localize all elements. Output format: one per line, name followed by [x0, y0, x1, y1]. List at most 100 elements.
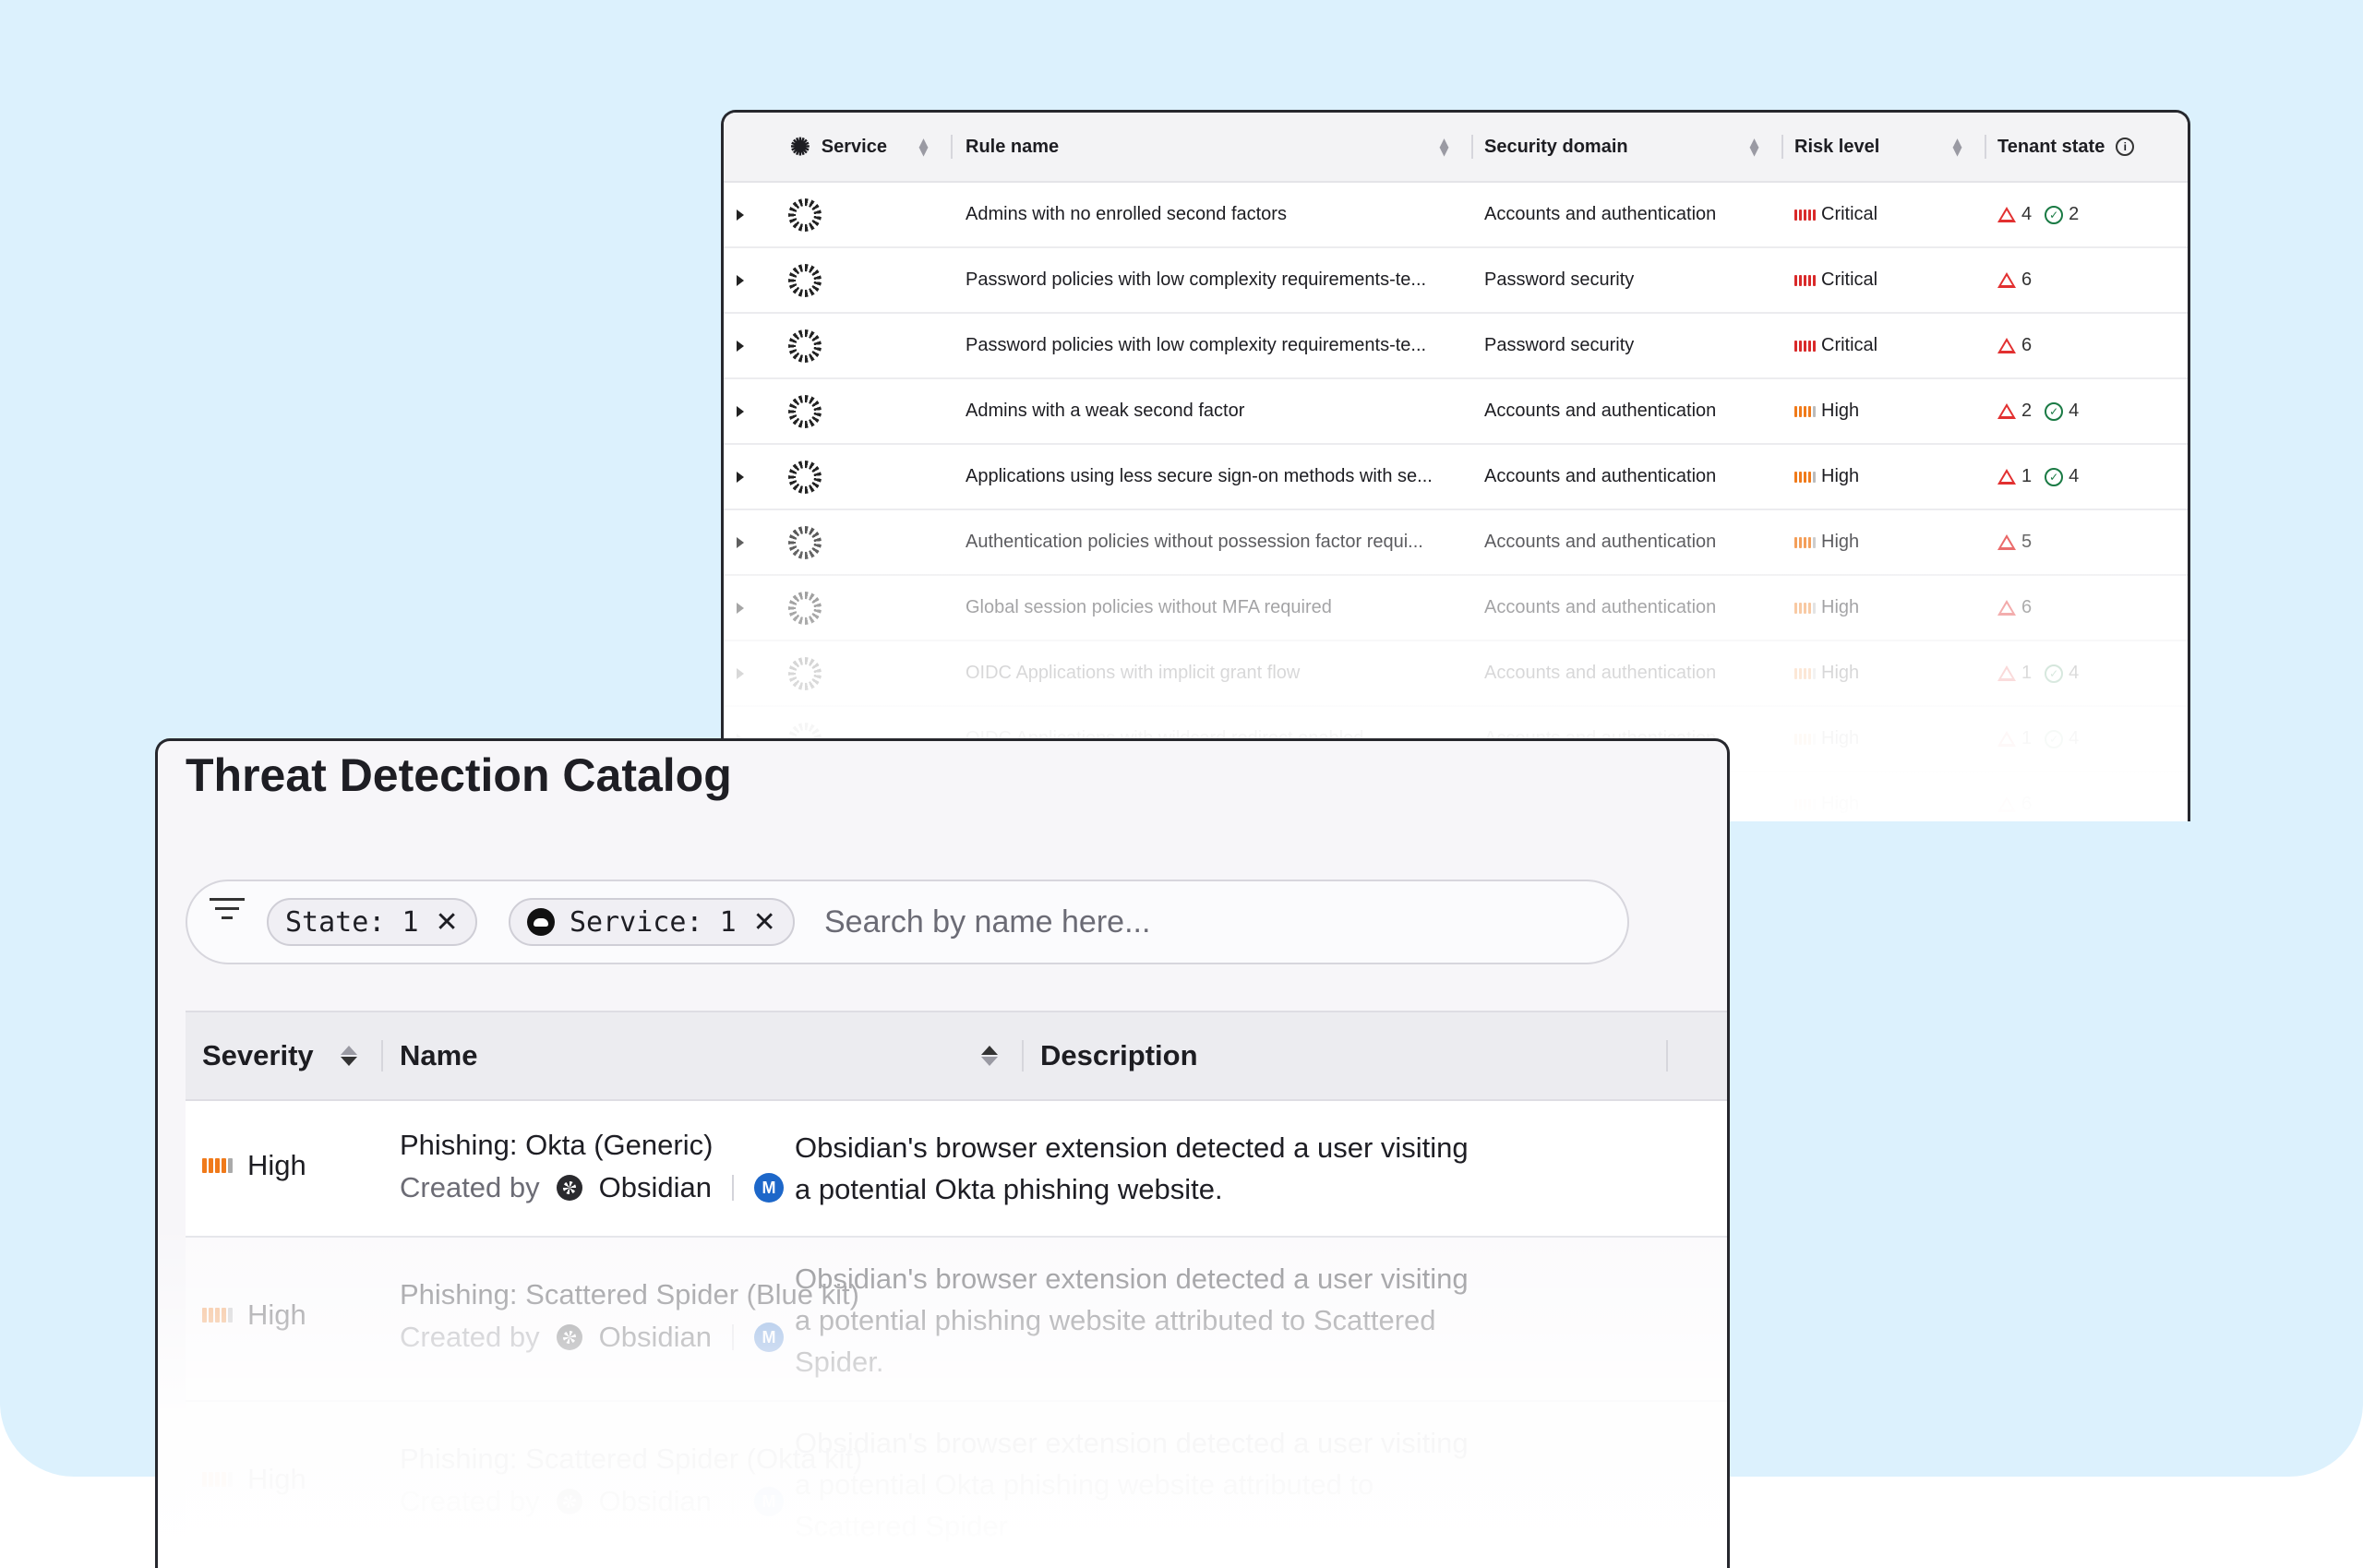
security-domain-sort-icon[interactable]: ▴ ▾	[1750, 134, 1758, 159]
table-row[interactable]: Applications using less secure sign-on m…	[724, 445, 2188, 510]
table-row[interactable]: High Phishing: Scattered Spider (Okta kit…	[186, 1402, 1727, 1566]
severity-bars-icon	[202, 1308, 233, 1323]
risk-level-header[interactable]: Risk level	[1794, 137, 1879, 158]
tenant-state-header[interactable]: Tenant state i	[1997, 137, 2135, 158]
rules-table-body: Admins with no enrolled second factors Ac…	[724, 183, 2188, 821]
table-row[interactable]: Password policies with low complexity re…	[724, 248, 2188, 314]
tenant-state-cell: 1 ✓ 4	[1997, 641, 2079, 705]
expand-caret-icon[interactable]	[737, 183, 744, 246]
table-row[interactable]: High Phishing: Okta (Generic) Created by Ob…	[186, 1101, 1727, 1238]
expand-caret-icon[interactable]	[737, 314, 744, 377]
warning-icon	[1997, 534, 2016, 550]
warning-icon	[1997, 403, 2016, 419]
detection-name[interactable]: Phishing: Scattered Spider (Blue kit)	[400, 1278, 859, 1311]
close-icon[interactable]: ✕	[753, 906, 776, 939]
severity-sort-icon[interactable]	[341, 1012, 357, 1099]
table-row[interactable]: Password policies with low complexity re…	[724, 314, 2188, 379]
risk-level-cell: Critical	[1794, 248, 1877, 312]
table-row[interactable]: Admins with no enrolled second factors Ac…	[724, 183, 2188, 248]
expand-caret-icon[interactable]	[737, 445, 744, 509]
rule-name-header[interactable]: Rule name	[966, 137, 1059, 158]
table-row[interactable]: OIDC Applications with implicit grant fl…	[724, 641, 2188, 707]
security-domain-cell: Password security	[1484, 269, 1635, 290]
service-icon	[788, 460, 822, 494]
filter-icon[interactable]	[210, 898, 245, 926]
expand-caret-icon[interactable]	[737, 576, 744, 640]
obsidian-logo-icon	[556, 1489, 582, 1514]
name-sort-icon[interactable]	[981, 1012, 998, 1099]
table-row[interactable]: Global session policies without MFA requ…	[724, 576, 2188, 641]
rule-name-cell[interactable]: Global session policies without MFA requ…	[966, 576, 1332, 640]
name-cell[interactable]: Phishing: Okta (Generic) Created by Obsidi…	[400, 1129, 784, 1204]
service-icon	[788, 656, 822, 690]
expand-caret-icon[interactable]	[737, 248, 744, 312]
risk-level-cell: High	[1794, 445, 1859, 509]
security-domain-cell: Accounts and authentication	[1484, 532, 1717, 552]
rule-name-cell[interactable]: Applications using less secure sign-on m…	[966, 445, 1433, 509]
security-domain-header[interactable]: Security domain	[1484, 137, 1628, 158]
table-row[interactable]: High Phishing: Scattered Spider (Blue kit…	[186, 1238, 1727, 1402]
risk-level-cell: High	[1794, 772, 1859, 821]
detection-name[interactable]: Phishing: Okta (Generic)	[400, 1129, 784, 1162]
expand-caret-icon[interactable]	[737, 641, 744, 705]
service-filter-chip[interactable]: Service: 1 ✕	[509, 898, 795, 946]
table-row[interactable]: Authentication policies without possessi…	[724, 510, 2188, 576]
rule-name-cell[interactable]: OIDC Applications with implicit grant fl…	[966, 641, 1300, 705]
security-domain-cell: Accounts and authentication	[1484, 466, 1717, 486]
severity-header[interactable]: Severity	[202, 1012, 314, 1099]
rule-name-cell[interactable]: Password policies with low complexity re…	[966, 314, 1426, 377]
avatar: M	[754, 1323, 784, 1352]
tenant-state-cell: 6	[1997, 248, 2032, 312]
expand-caret-icon[interactable]	[737, 510, 744, 574]
security-domain-cell: Accounts and authentication	[1484, 663, 1717, 683]
warning-icon	[1997, 600, 2016, 616]
check-circle-icon: ✓	[2045, 401, 2064, 421]
security-domain-cell: Accounts and authentication	[1484, 597, 1717, 617]
threat-detection-catalog-card: Threat Detection Catalog State: 1 ✕ Serv…	[155, 738, 1730, 1568]
severity-cell: High	[202, 1149, 306, 1182]
severity-bars-icon	[202, 1472, 233, 1487]
info-icon[interactable]: i	[2116, 138, 2135, 156]
tenant-state-cell: 4 ✓ 2	[1997, 183, 2079, 246]
description-cell: Obsidian's browser extension detected a …	[795, 1427, 1469, 1542]
divider	[732, 1324, 734, 1350]
tenant-state-cell: 1 ✓ 4	[1997, 707, 2079, 771]
service-icon	[788, 591, 822, 625]
security-domain-cell: Accounts and authentication	[1484, 401, 1717, 421]
risk-level-cell: Critical	[1794, 314, 1877, 377]
description-header[interactable]: Description	[1040, 1012, 1198, 1099]
risk-bars-icon	[1794, 667, 1816, 679]
column-divider	[1022, 1040, 1024, 1071]
column-divider	[1471, 135, 1473, 159]
warning-icon	[1997, 665, 2016, 681]
name-cell[interactable]: Phishing: Scattered Spider (Okta kit) Cre…	[400, 1442, 862, 1518]
rule-name-sort-icon[interactable]: ▴ ▾	[1440, 134, 1448, 159]
name-header[interactable]: Name	[400, 1012, 477, 1099]
settings-icon: ✺	[790, 132, 810, 161]
check-circle-icon: ✓	[2045, 205, 2064, 224]
cloud-icon	[527, 908, 555, 936]
name-cell[interactable]: Phishing: Scattered Spider (Blue kit) Cre…	[400, 1278, 859, 1354]
detection-name[interactable]: Phishing: Scattered Spider (Okta kit)	[400, 1442, 862, 1476]
tenant-state-cell: 6	[1997, 576, 2032, 640]
rule-name-cell[interactable]: Password policies with low complexity re…	[966, 248, 1426, 312]
check-circle-icon: ✓	[2045, 467, 2064, 486]
service-sort-icon[interactable]: ▴ ▾	[919, 134, 928, 159]
check-circle-icon: ✓	[2045, 664, 2064, 683]
search-input[interactable]: Search by name here...	[824, 881, 1150, 963]
table-row[interactable]: Admins with a weak second factor Accounts…	[724, 379, 2188, 445]
tenant-state-cell: 6	[1997, 772, 2032, 821]
rule-name-cell[interactable]: Admins with no enrolled second factors	[966, 183, 1287, 246]
column-divider	[381, 1040, 383, 1071]
state-filter-chip[interactable]: State: 1 ✕	[267, 898, 477, 946]
close-icon[interactable]: ✕	[436, 906, 459, 939]
rules-table-header: ✺ Service ▴ ▾ Rule name ▴ ▾ Security domai…	[724, 113, 2188, 183]
expand-caret-icon[interactable]	[737, 379, 744, 443]
rule-name-cell[interactable]: Authentication policies without possessi…	[966, 510, 1423, 574]
warning-icon	[1997, 469, 2016, 485]
rule-name-cell[interactable]: Admins with a weak second factor	[966, 379, 1244, 443]
risk-bars-icon	[1794, 798, 1816, 810]
risk-level-sort-icon[interactable]: ▴ ▾	[1953, 134, 1961, 159]
risk-level-cell: High	[1794, 576, 1859, 640]
service-header[interactable]: ✺ Service	[790, 133, 887, 162]
